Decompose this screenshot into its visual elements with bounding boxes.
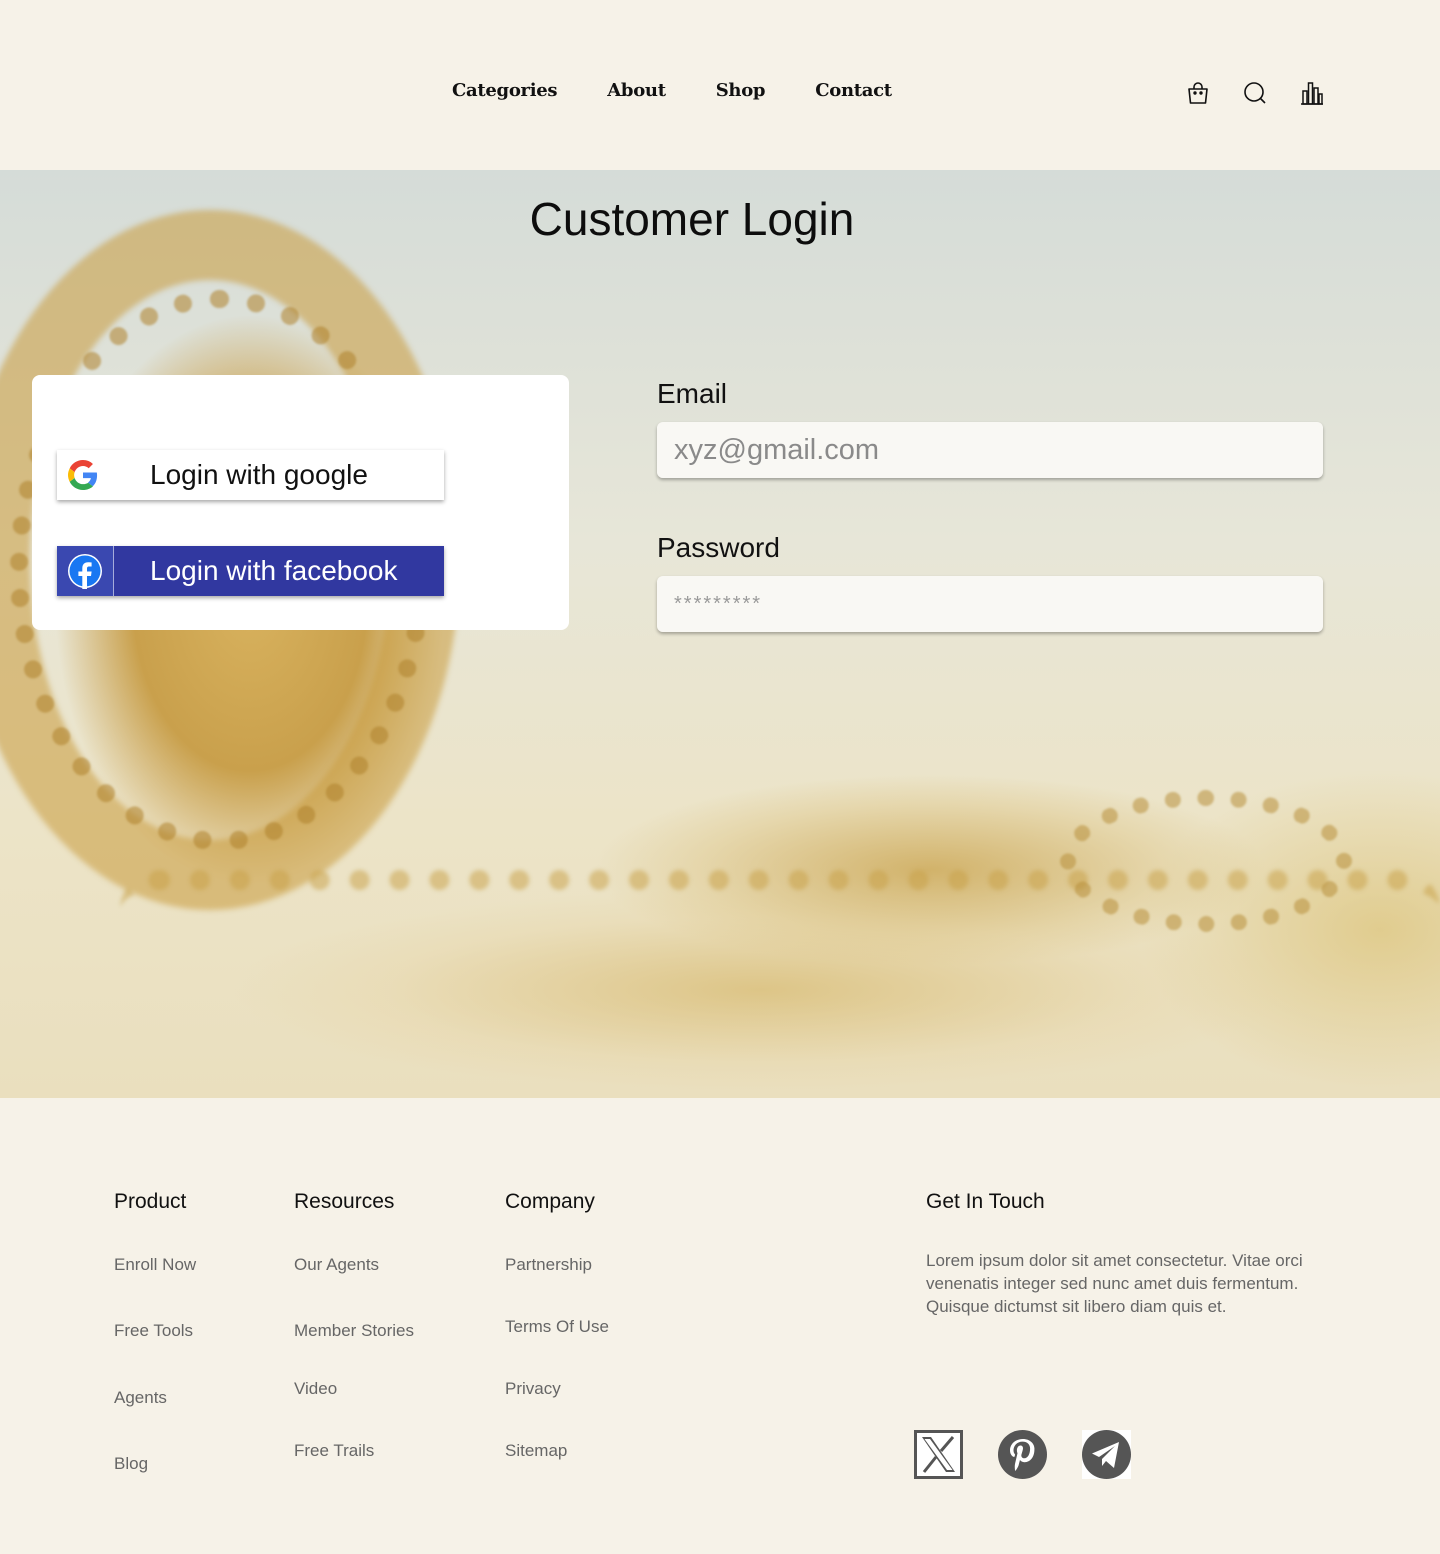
footer-link-our-agents[interactable]: Our Agents [294, 1255, 379, 1275]
footer-link-blog[interactable]: Blog [114, 1454, 148, 1474]
footer-contact-heading: Get In Touch [926, 1190, 1045, 1213]
footer-link-free-tools[interactable]: Free Tools [114, 1321, 193, 1341]
footer-contact-column: Get In Touch Lorem ipsum dolor sit amet … [926, 1190, 1303, 1316]
footer-link-agents[interactable]: Agents [114, 1388, 167, 1408]
footer-link-free-trails[interactable]: Free Trails [294, 1441, 374, 1461]
footer-resources-heading: Resources [294, 1190, 395, 1213]
footer-company-column: Company Partnership Terms Of Use Privacy… [505, 1190, 609, 1460]
hero-earring-image [1060, 790, 1352, 932]
footer-link-privacy[interactable]: Privacy [505, 1379, 561, 1399]
footer-link-terms-of-use[interactable]: Terms Of Use [505, 1317, 609, 1337]
nav-categories[interactable]: Categories [452, 80, 558, 101]
password-label: Password [657, 532, 780, 563]
google-login-label: Login with google [150, 459, 368, 490]
footer-link-video[interactable]: Video [294, 1379, 337, 1399]
email-label: Email [657, 378, 728, 409]
footer-link-enroll-now[interactable]: Enroll Now [114, 1255, 196, 1275]
nav-about[interactable]: About [607, 80, 666, 101]
login-hero: Customer Login Login with google Login w… [0, 170, 1440, 1098]
footer-product-column: Product Enroll Now Free Tools Agents Blo… [114, 1190, 196, 1473]
social-login-card: Login with google Login with facebook [32, 375, 569, 630]
shopping-bag-icon[interactable] [1186, 80, 1210, 106]
main-nav: Categories About Shop Contact [452, 80, 942, 101]
facebook-login-button[interactable]: Login with facebook [57, 546, 444, 596]
search-icon[interactable] [1243, 80, 1267, 106]
facebook-icon [68, 554, 102, 589]
x-icon[interactable] [914, 1430, 963, 1479]
social-links [914, 1430, 1166, 1479]
pinterest-icon[interactable] [998, 1430, 1047, 1479]
password-field[interactable] [657, 576, 1323, 632]
header-actions [1186, 80, 1324, 106]
site-footer: Product Enroll Now Free Tools Agents Blo… [0, 1098, 1440, 1554]
footer-link-sitemap[interactable]: Sitemap [505, 1441, 567, 1461]
footer-contact-text: Lorem ipsum dolor sit amet consectetur. … [926, 1251, 1303, 1316]
footer-resources-column: Resources Our Agents Member Stories Vide… [294, 1190, 414, 1460]
footer-product-heading: Product [114, 1190, 187, 1213]
bar-chart-icon[interactable] [1300, 80, 1324, 106]
nav-shop[interactable]: Shop [716, 80, 766, 101]
facebook-login-label: Login with facebook [150, 555, 398, 586]
footer-link-member-stories[interactable]: Member Stories [294, 1321, 414, 1341]
footer-link-partnership[interactable]: Partnership [505, 1255, 592, 1275]
footer-company-heading: Company [505, 1190, 595, 1213]
telegram-icon[interactable] [1082, 1430, 1131, 1479]
email-field[interactable] [657, 422, 1323, 478]
google-login-button[interactable]: Login with google [57, 450, 444, 500]
facebook-icon-box [57, 546, 114, 596]
page-title: Customer Login [529, 193, 855, 245]
site-header: Categories About Shop Contact [0, 0, 1440, 170]
google-icon [68, 460, 98, 490]
nav-contact[interactable]: Contact [815, 80, 892, 101]
